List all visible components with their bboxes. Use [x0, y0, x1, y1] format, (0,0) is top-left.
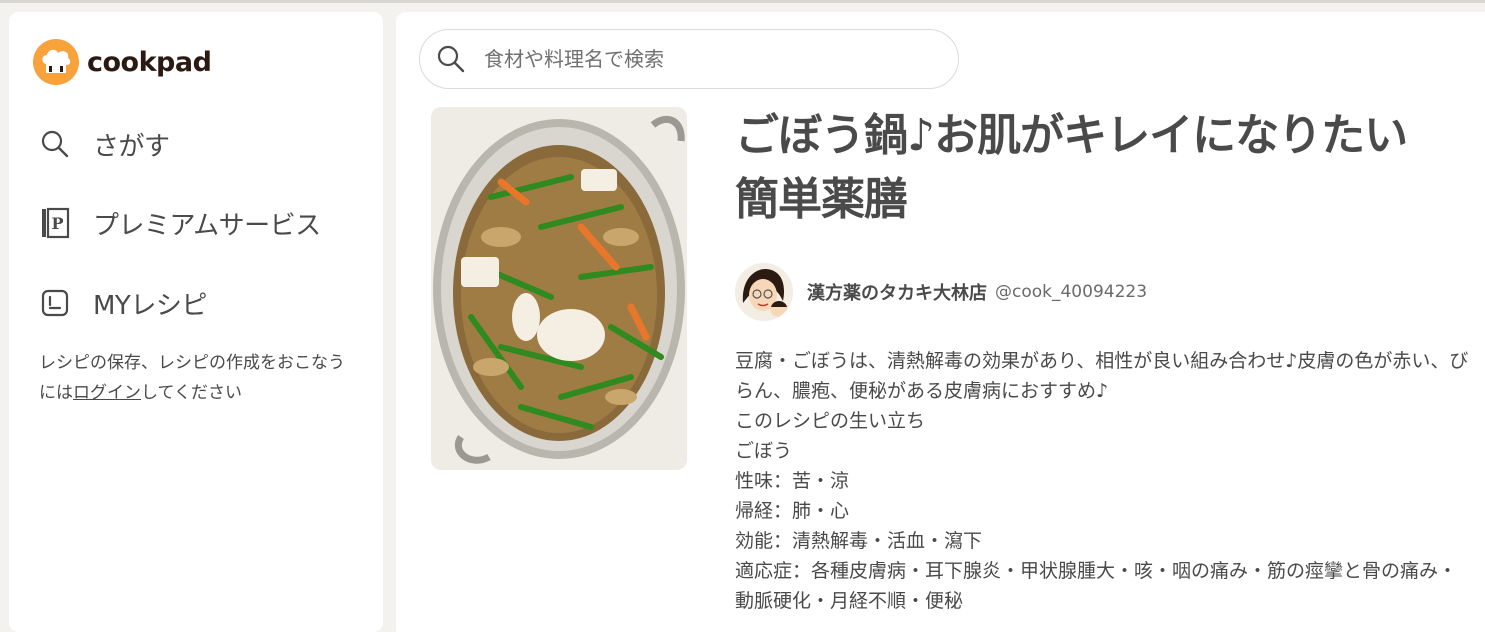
recipe-photo [431, 107, 687, 470]
recipe-description: 豆腐・ごぼうは、清熱解毒の効果があり、相性が良い組み合わせ♪皮膚の色が赤い、び … [735, 346, 1469, 616]
recipe-title: ごぼう鍋♪お肌がキレイになりたい簡単薬膳 [735, 110, 1408, 225]
sidebar-item-premium[interactable]: P プレミアムサービス [39, 201, 321, 245]
description-line: 効能：清熱解毒・活血・瀉下 [735, 530, 983, 552]
login-note: レシピの保存、レシピの作成をおこなうにはログインしてください [39, 348, 359, 408]
sidebar: cookpad さがす P プレミアムサービス MYレシピ レシピの保存、レシピ… [9, 12, 383, 632]
cookpad-logo[interactable]: cookpad [33, 38, 212, 86]
search-icon [437, 45, 465, 73]
description-line: このレシピの生い立ち [735, 410, 926, 432]
description-line: 帰経：肺・心 [735, 500, 850, 522]
main-content: ごぼう鍋♪お肌がキレイになりたい簡単薬膳 漢方薬のタカキ大林店 @cook_40… [396, 12, 1485, 632]
sidebar-item-label: MYレシピ [93, 290, 207, 321]
description-line: 適応症：各種皮膚病・耳下腺炎・甲状腺腫大・咳・咽の痛み・筋の痙攣と骨の痛み・ [735, 560, 1458, 582]
chef-hat-icon [33, 39, 79, 85]
author-handle: @cook_40094223 [995, 282, 1148, 302]
my-recipe-icon [39, 287, 71, 319]
hotpot-image [431, 107, 687, 470]
avatar[interactable] [735, 263, 793, 321]
logo-wordmark: cookpad [87, 46, 212, 78]
search-icon [39, 128, 71, 160]
login-note-text: してください [141, 383, 242, 403]
description-line: らん、膿疱、便秘がある皮膚病におすすめ♪ [735, 380, 1109, 402]
description-line: 動脈硬化・月経不順・便秘 [735, 590, 964, 612]
sidebar-item-search[interactable]: さがす [39, 122, 170, 166]
sidebar-item-my-recipe[interactable]: MYレシピ [39, 281, 207, 325]
description-line: ごぼう [735, 440, 793, 462]
search-bar[interactable] [419, 29, 959, 89]
svg-text:P: P [52, 214, 64, 233]
search-input[interactable] [482, 46, 926, 72]
author-block[interactable]: 漢方薬のタカキ大林店 @cook_40094223 [735, 262, 1147, 322]
description-line: 豆腐・ごぼうは、清熱解毒の効果があり、相性が良い組み合わせ♪皮膚の色が赤い、び [735, 350, 1469, 372]
author-name[interactable]: 漢方薬のタカキ大林店 [807, 279, 987, 305]
description-line: 性味：苦・涼 [735, 470, 850, 492]
sidebar-item-label: さがす [93, 131, 170, 162]
login-link[interactable]: ログイン [73, 383, 141, 403]
premium-icon: P [39, 207, 71, 239]
sidebar-item-label: プレミアムサービス [93, 210, 321, 241]
browser-top-border [0, 0, 1485, 3]
